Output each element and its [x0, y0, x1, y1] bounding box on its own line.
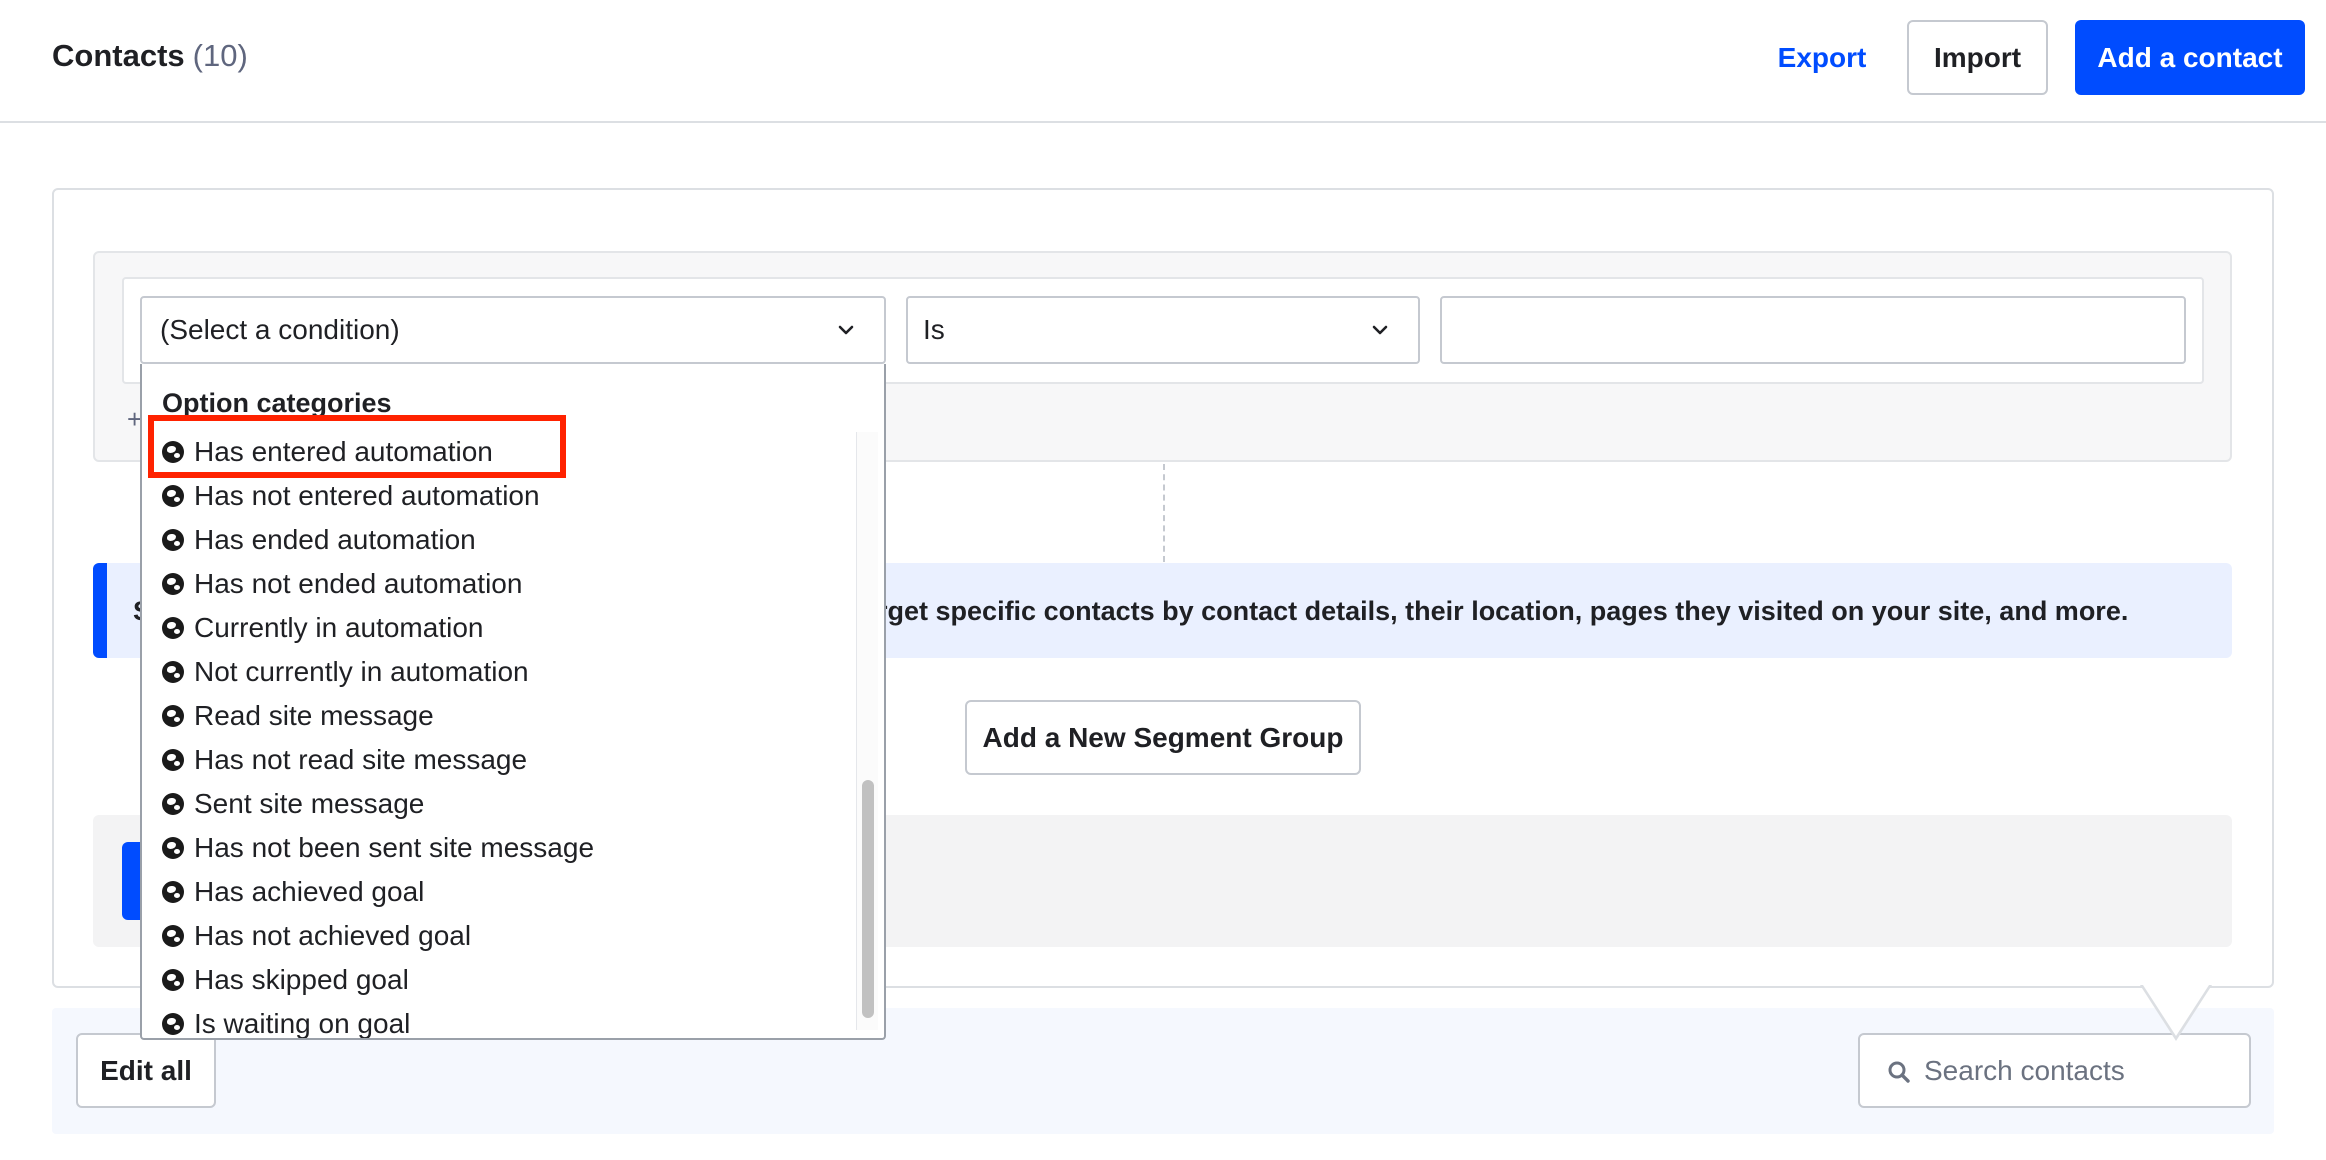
globe-icon — [162, 661, 184, 683]
globe-icon — [162, 573, 184, 595]
page-title-text: Contacts — [52, 38, 185, 73]
edit-all-button[interactable]: Edit all — [76, 1033, 216, 1108]
highlight-box — [148, 415, 566, 478]
import-button[interactable]: Import — [1907, 20, 2048, 95]
option-label: Is waiting on goal — [194, 1008, 411, 1038]
option-label: Has ended automation — [194, 524, 476, 555]
option-item[interactable]: Has not achieved goal — [142, 914, 854, 958]
option-item[interactable]: Has not read site message — [142, 738, 854, 782]
chevron-down-icon — [1372, 325, 1388, 335]
search-icon — [1888, 1061, 1910, 1083]
globe-icon — [162, 793, 184, 815]
group-connector-line — [1163, 464, 1165, 562]
search-input[interactable] — [1924, 1047, 2234, 1095]
option-label: Sent site message — [194, 788, 425, 819]
option-label: Has not achieved goal — [194, 920, 472, 951]
info-banner-text: arget specific contacts by contact detai… — [862, 596, 2129, 626]
globe-icon — [162, 837, 184, 859]
globe-icon — [162, 485, 184, 507]
option-item[interactable]: Read site message — [142, 694, 854, 738]
option-label: Read site message — [194, 700, 434, 731]
globe-icon — [162, 881, 184, 903]
condition-value-input[interactable] — [1440, 296, 2186, 364]
search-box[interactable] — [1858, 1033, 2251, 1108]
option-label: Has not been sent site message — [194, 832, 595, 863]
chevron-down-icon — [838, 325, 854, 335]
option-item[interactable]: Sent site message — [142, 782, 854, 826]
export-button[interactable]: Export — [1754, 20, 1890, 95]
page-header: Contacts (10) Export Import Add a contact — [0, 0, 2326, 123]
condition-option-list[interactable]: Has entered automation Has not entered a… — [142, 430, 854, 1038]
operator-select-value: Is — [923, 314, 945, 345]
operator-select[interactable]: Is — [906, 296, 1420, 364]
option-label: Has skipped goal — [194, 964, 409, 995]
add-contact-button[interactable]: Add a contact — [2075, 20, 2305, 95]
option-item[interactable]: Has ended automation — [142, 518, 854, 562]
globe-icon — [162, 969, 184, 991]
globe-icon — [162, 705, 184, 727]
add-segment-group-button[interactable]: Add a New Segment Group — [965, 700, 1361, 775]
option-label: Has not ended automation — [194, 568, 523, 599]
globe-icon — [162, 529, 184, 551]
option-item[interactable]: Has not entered automation — [142, 474, 854, 518]
option-item[interactable]: Not currently in automation — [142, 650, 854, 694]
condition-select-value: (Select a condition) — [160, 314, 400, 345]
option-label: Has achieved goal — [194, 876, 425, 907]
globe-icon — [162, 925, 184, 947]
option-item[interactable]: Has not been sent site message — [142, 826, 854, 870]
condition-select[interactable]: (Select a condition) — [140, 296, 886, 364]
page-title: Contacts (10) — [52, 38, 248, 74]
option-item[interactable]: Has not ended automation — [142, 562, 854, 606]
tooltip-caret-fill — [2143, 985, 2209, 1036]
dropdown-scrollbar-thumb[interactable] — [862, 780, 874, 1018]
option-label: Not currently in automation — [194, 656, 529, 687]
globe-icon — [162, 617, 184, 639]
globe-icon — [162, 1013, 184, 1035]
option-label: Currently in automation — [194, 612, 484, 643]
contact-count: (10) — [192, 38, 248, 73]
option-label: Has not entered automation — [194, 480, 540, 511]
globe-icon — [162, 749, 184, 771]
option-item[interactable]: Has skipped goal — [142, 958, 854, 1002]
option-item[interactable]: Has achieved goal — [142, 870, 854, 914]
option-label: Has not read site message — [194, 744, 528, 775]
option-item[interactable]: Is waiting on goal — [142, 1002, 854, 1038]
option-item[interactable]: Currently in automation — [142, 606, 854, 650]
